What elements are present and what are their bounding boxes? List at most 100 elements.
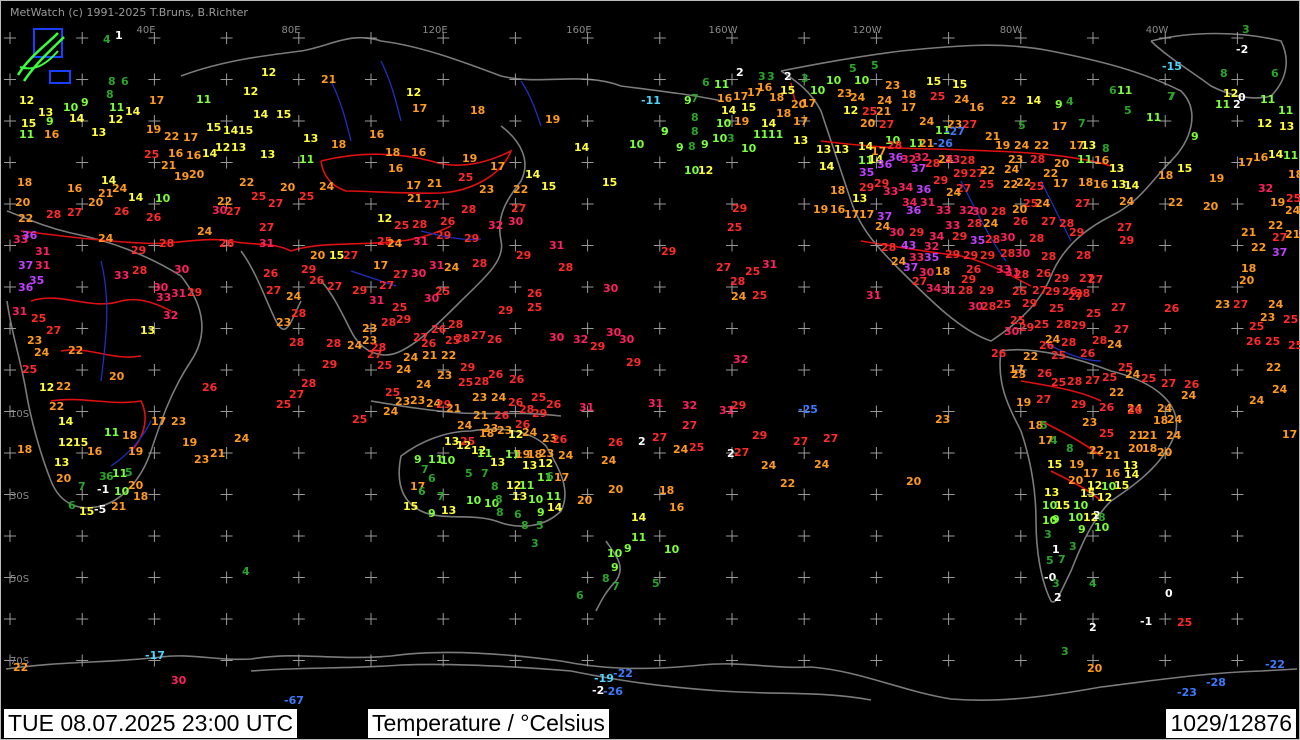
graticule-cross	[870, 488, 883, 501]
station-temperature: 7	[612, 580, 620, 593]
station-temperature: 19	[182, 436, 197, 449]
station-temperature: 17	[1009, 363, 1024, 376]
station-temperature: 31	[35, 245, 50, 258]
graticule-cross	[365, 115, 377, 127]
station-temperature: 31	[429, 259, 444, 272]
station-temperature: 29	[322, 358, 337, 371]
station-temperature: 26	[219, 237, 235, 250]
station-temperature: 25	[1051, 349, 1066, 362]
station-temperature: 24	[387, 237, 403, 250]
station-temperature: 29	[731, 399, 746, 412]
station-temperature: 27	[682, 419, 697, 432]
station-temperature: 23	[171, 415, 186, 428]
station-temperature: 22	[1089, 444, 1104, 457]
station-temperature: 35	[859, 166, 874, 179]
station-temperature: 20	[310, 249, 326, 262]
graticule-cross	[581, 364, 594, 376]
station-temperature: 20	[109, 370, 125, 383]
station-temperature: 8	[106, 88, 114, 101]
station-temperature: 11	[19, 128, 34, 141]
graticule-cross	[292, 115, 305, 127]
station-temperature: 10	[466, 494, 482, 507]
station-temperature: 27	[67, 206, 82, 219]
station-temperature: 10	[826, 74, 842, 87]
station-temperature: 33	[936, 204, 951, 217]
station-temperature: 26	[431, 323, 447, 336]
station-temperature: 29	[131, 244, 146, 257]
station-temperature: 9	[624, 542, 632, 555]
station-temperature: 27	[268, 197, 283, 210]
station-temperature: 17	[373, 259, 388, 272]
station-temperature: 3	[1044, 528, 1052, 541]
graticule-cross	[509, 156, 522, 169]
station-temperature: 17	[149, 94, 164, 107]
station-temperature: 28	[1056, 318, 1071, 331]
graticule-cross	[1159, 530, 1172, 542]
coastline-antarctica	[5, 651, 1298, 701]
station-temperature: 14	[69, 112, 85, 125]
station-temperature: 24	[34, 346, 50, 359]
station-temperature: 28	[132, 264, 147, 277]
graticule-cross	[581, 73, 594, 86]
station-temperature: 6	[1109, 84, 1117, 97]
station-temperature: 26	[146, 211, 162, 224]
station-temperature: 22	[56, 380, 71, 393]
border-middle-east	[20, 230, 292, 252]
station-temperature: 9	[1055, 98, 1063, 111]
graticule-cross	[798, 239, 811, 252]
station-temperature: 29	[626, 356, 641, 369]
station-temperature: 15	[780, 84, 795, 97]
station-temperature: 20	[15, 196, 31, 209]
station-temperature: 12	[538, 457, 553, 470]
station-temperature: 29	[752, 429, 767, 442]
station-temperature: 24	[761, 459, 777, 472]
station-temperature: 14	[58, 415, 74, 428]
graticule-cross	[798, 156, 811, 169]
station-temperature: 26	[114, 205, 130, 218]
station-temperature: 33	[945, 153, 960, 166]
graticule-cross	[292, 447, 305, 459]
graticule-cross	[942, 488, 955, 501]
station-temperature: 21	[1105, 449, 1120, 462]
graticule-cross	[509, 32, 522, 44]
station-temperature: 15	[926, 75, 941, 88]
station-temperature: 25	[458, 171, 473, 184]
graticule-cross	[148, 571, 161, 584]
station-temperature: 27	[879, 118, 894, 131]
graticule-cross	[581, 447, 594, 459]
station-temperature: 4	[1089, 577, 1097, 590]
station-temperature: 27	[1085, 374, 1100, 387]
graticule-cross	[798, 613, 811, 625]
graticule-cross	[653, 322, 666, 335]
station-temperature: 28	[1076, 249, 1091, 262]
station-temperature: 13	[852, 192, 867, 205]
graticule-cross	[798, 488, 811, 501]
station-temperature: 10	[114, 485, 130, 498]
station-temperature: 25	[352, 413, 367, 426]
station-temperature: 11	[1215, 98, 1230, 111]
station-temperature: 28	[1092, 334, 1107, 347]
graticule-cross	[437, 613, 450, 625]
graticule-cross	[1159, 654, 1172, 667]
graticule-cross	[220, 654, 233, 667]
station-temperature: 10	[810, 84, 826, 97]
station-temperature: 29	[661, 245, 676, 258]
station-temperature: 13	[1044, 486, 1059, 499]
station-temperature: 3	[1052, 577, 1060, 590]
station-temperature: 32	[682, 399, 697, 412]
graticule-cross	[942, 530, 955, 542]
graticule-cross	[726, 322, 738, 335]
world-map[interactable]: 40E 80E 120E 160E 160W 120W 80W 40W10S30S50S70S…	[1, 1, 1300, 710]
metwatch-logo-icon[interactable]	[14, 27, 76, 87]
station-temperature: 27	[734, 446, 749, 459]
station-temperature: 13	[54, 456, 69, 469]
graticule-cross	[148, 364, 161, 376]
station-temperature: 7	[1078, 117, 1086, 130]
station-temperature: 20	[906, 475, 922, 488]
station-temperature: 26	[515, 418, 531, 431]
station-temperature: 9	[611, 561, 619, 574]
graticule-cross	[4, 156, 16, 169]
station-temperature: 28	[448, 318, 463, 331]
graticule-cross	[726, 571, 738, 584]
station-temperature: 26	[608, 436, 624, 449]
